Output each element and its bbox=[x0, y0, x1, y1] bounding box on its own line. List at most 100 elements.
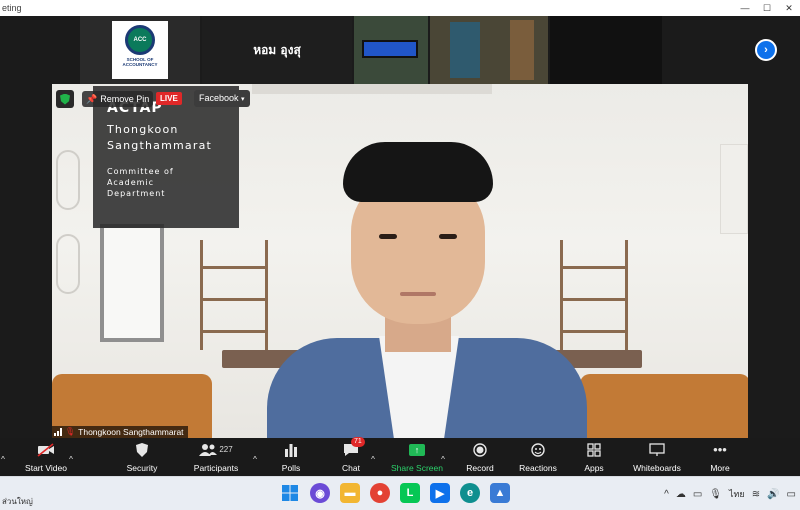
chat-button[interactable]: 71 Chat bbox=[332, 437, 370, 476]
security-label: Security bbox=[126, 463, 158, 473]
speaker-name-tag: 🎙 Thongkoon Sangthammarat bbox=[52, 426, 188, 438]
logo-caption: SCHOOL OF ACCOUNTANCY bbox=[122, 57, 158, 67]
participants-label: Participants bbox=[193, 463, 239, 473]
microphone-icon[interactable]: 🎙 bbox=[709, 489, 722, 500]
speaker-name: Thongkoon Sangthammarat bbox=[78, 427, 184, 437]
chat-caret[interactable]: ^ bbox=[368, 438, 378, 476]
battery-icon[interactable]: ▭ bbox=[787, 489, 796, 500]
audio-caret[interactable]: ^ bbox=[0, 438, 8, 476]
tray-chevron-up-icon[interactable]: ^ bbox=[664, 489, 669, 500]
participants-caret[interactable]: ^ bbox=[250, 438, 260, 476]
ceiling bbox=[252, 84, 492, 94]
close-icon[interactable]: ✕ bbox=[778, 0, 800, 16]
participant-tile-device[interactable] bbox=[354, 16, 428, 84]
whiteboard-icon bbox=[649, 441, 665, 459]
zoom-icon[interactable]: ▶ bbox=[430, 483, 450, 503]
more-button[interactable]: ••• More bbox=[704, 438, 736, 476]
school-logo: ACC SCHOOL OF ACCOUNTANCY bbox=[112, 21, 168, 79]
encryption-shield-icon[interactable] bbox=[56, 90, 74, 108]
taskbar-apps: ◉ ▬ ● L ▶ e ▲ bbox=[280, 483, 510, 503]
more-dots-icon: ••• bbox=[713, 442, 727, 457]
polls-icon bbox=[284, 441, 298, 459]
participants-count: 227 bbox=[219, 445, 233, 454]
share-screen-label: Share Screen bbox=[391, 463, 443, 473]
caption-role-line2: Academic bbox=[107, 178, 155, 187]
polls-button[interactable]: Polls bbox=[272, 438, 310, 476]
wall-arch bbox=[56, 234, 80, 294]
logo-emblem: ACC bbox=[125, 25, 155, 55]
language-indicator[interactable]: ไทย bbox=[729, 487, 745, 501]
reactions-button[interactable]: Reactions bbox=[514, 438, 562, 476]
sofa-right bbox=[580, 374, 748, 438]
weather-widget[interactable]: ส่วนใหญ่ bbox=[2, 495, 33, 508]
polls-label: Polls bbox=[281, 463, 301, 473]
signal-bars-icon bbox=[54, 428, 62, 436]
record-label: Record bbox=[466, 463, 494, 473]
record-button[interactable]: Record bbox=[460, 438, 500, 476]
participants-icon: 227 bbox=[199, 441, 233, 459]
chrome-icon[interactable]: ● bbox=[370, 483, 390, 503]
participant-tile-off[interactable] bbox=[550, 16, 662, 84]
live-badge[interactable]: LIVE bbox=[156, 92, 182, 105]
remove-pin-button[interactable]: 📌 Remove Pin bbox=[82, 91, 154, 107]
apps-button[interactable]: Apps bbox=[578, 438, 610, 476]
wifi-icon[interactable]: ≋ bbox=[752, 489, 760, 500]
participant-tile-logo[interactable]: ACC SCHOOL OF ACCOUNTANCY bbox=[80, 16, 200, 84]
facebook-live-button[interactable]: Facebook ▾ bbox=[194, 90, 250, 107]
more-label: More bbox=[710, 463, 730, 473]
record-icon bbox=[473, 441, 487, 459]
whiteboards-button[interactable]: Whiteboards bbox=[626, 438, 688, 476]
os-taskbar: ส่วนใหญ่ ◉ ▬ ● L ▶ e ▲ ^ ☁ ▭ 🎙 ไทย ≋ 🔊 ▭ bbox=[0, 476, 800, 510]
pin-icon: 📌 bbox=[86, 94, 98, 104]
reactions-label: Reactions bbox=[519, 463, 557, 473]
remove-pin-label: Remove Pin bbox=[100, 94, 150, 104]
maximize-icon[interactable]: ☐ bbox=[756, 0, 778, 16]
participant-tile-room[interactable] bbox=[430, 16, 548, 84]
share-caret[interactable]: ^ bbox=[438, 438, 448, 476]
chat-icon: 71 bbox=[343, 437, 365, 459]
chat-unread-badge: 71 bbox=[351, 437, 365, 447]
apps-label: Apps bbox=[584, 463, 604, 473]
participant-tile-name[interactable]: หอม อุงสุ bbox=[202, 16, 352, 84]
volume-icon[interactable]: 🔊 bbox=[767, 489, 779, 500]
file-explorer-icon[interactable]: ▬ bbox=[340, 483, 360, 503]
system-tray: ^ ☁ ▭ 🎙 ไทย ≋ 🔊 ▭ bbox=[664, 487, 796, 501]
mic-muted-icon: 🎙 bbox=[65, 427, 76, 436]
windows-start-icon[interactable] bbox=[280, 483, 300, 503]
chat-label: Chat bbox=[342, 463, 360, 473]
window-decor bbox=[100, 224, 164, 342]
window-titlebar: eting — ☐ ✕ bbox=[0, 0, 800, 16]
apps-icon bbox=[587, 441, 601, 459]
line-icon[interactable]: L bbox=[400, 483, 420, 503]
tray-app-icon[interactable]: ▭ bbox=[693, 489, 702, 500]
participant-strip: ACC SCHOOL OF ACCOUNTANCY หอม อุงสุ bbox=[80, 16, 746, 370]
meeting-toolbar: ^ Start Video ^ Security 227 Participant… bbox=[0, 437, 800, 476]
participant-name-label: หอม อุงสุ bbox=[253, 42, 301, 57]
teams-chat-icon[interactable]: ◉ bbox=[310, 483, 330, 503]
name-caption-overlay: ACTAP Thongkoon Sangthammarat Committee … bbox=[93, 86, 239, 228]
edge-icon[interactable]: e bbox=[460, 483, 480, 503]
chevron-down-icon: ▾ bbox=[241, 96, 245, 103]
caption-name-line1: Thongkoon bbox=[107, 123, 179, 136]
start-video-label: Start Video bbox=[25, 463, 67, 473]
reactions-icon bbox=[531, 441, 545, 459]
minimize-icon[interactable]: — bbox=[734, 0, 756, 16]
participants-button[interactable]: 227 Participants bbox=[188, 438, 244, 476]
whiteboards-label: Whiteboards bbox=[633, 463, 681, 473]
strip-next-arrow-icon[interactable]: › bbox=[755, 39, 777, 61]
facebook-label: Facebook bbox=[199, 93, 239, 103]
caption-name-line2: Sangthammarat bbox=[107, 139, 213, 152]
window-title: eting bbox=[2, 3, 22, 13]
shield-icon bbox=[136, 441, 148, 459]
caption-role-line1: Committee of bbox=[107, 167, 174, 176]
video-off-icon bbox=[37, 441, 55, 459]
wall-arch bbox=[56, 150, 80, 210]
speaker-person bbox=[267, 142, 587, 438]
photos-icon[interactable]: ▲ bbox=[490, 483, 510, 503]
security-button[interactable]: Security bbox=[118, 438, 166, 476]
video-options-caret[interactable]: ^ bbox=[66, 438, 76, 476]
onedrive-cloud-icon[interactable]: ☁ bbox=[676, 489, 686, 500]
shelf-left bbox=[200, 240, 268, 350]
window-controls: — ☐ ✕ bbox=[734, 0, 800, 16]
caption-role-line3: Department bbox=[107, 189, 166, 198]
